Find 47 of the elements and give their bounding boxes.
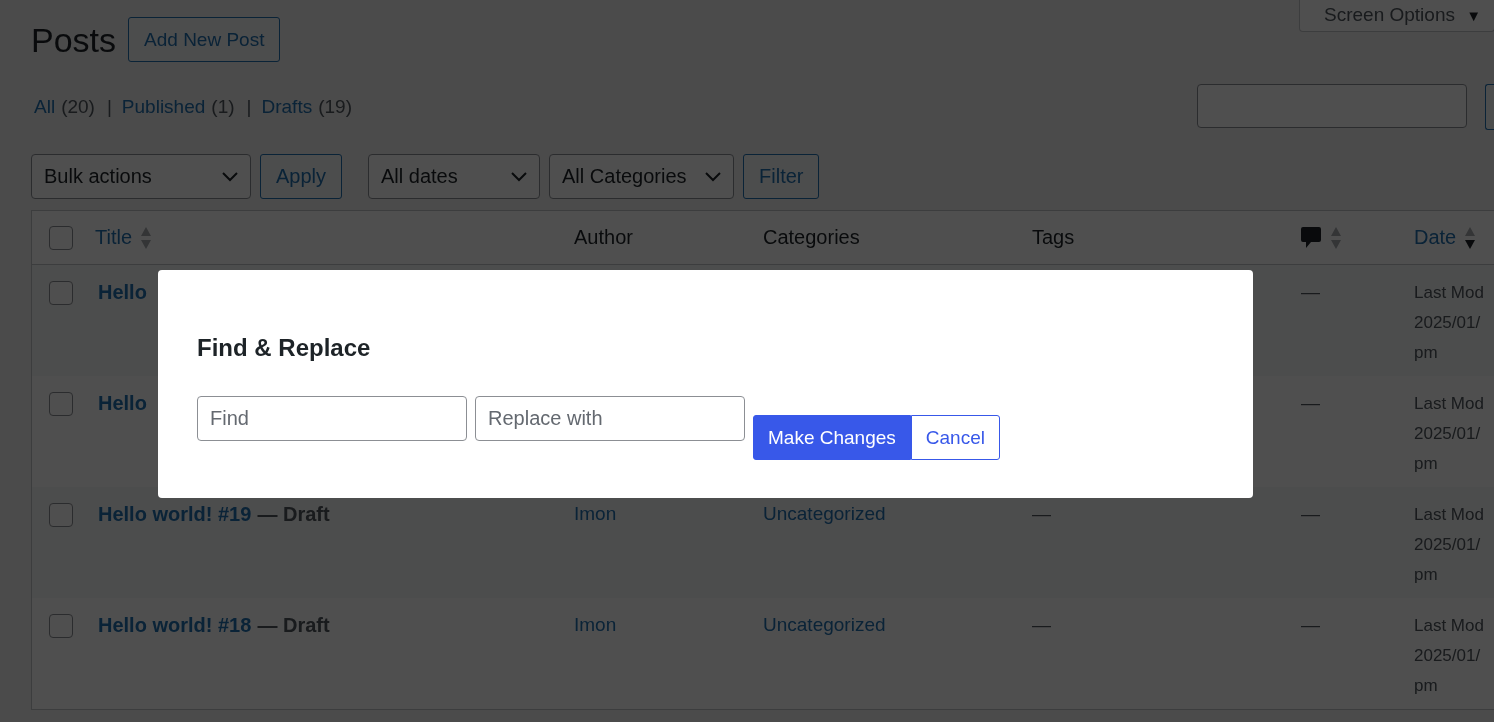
toolbar-button[interactable]: Apply (260, 154, 343, 199)
search-button[interactable] (1485, 84, 1494, 130)
chevron-down-icon (705, 171, 722, 182)
checkbox[interactable] (49, 392, 73, 416)
author-link[interactable]: Imon (574, 503, 617, 525)
table-cell: — (1032, 614, 1051, 636)
cancel-button[interactable]: Cancel (910, 415, 1000, 460)
view-link[interactable]: All (34, 96, 56, 118)
column-header: Categories (763, 226, 860, 249)
find-field[interactable]: Find (197, 396, 467, 441)
separator: | (106, 96, 112, 118)
dropdown[interactable]: Bulk actions (31, 154, 251, 199)
column-header: Author (574, 226, 633, 249)
category-link[interactable]: Uncategorized (763, 503, 886, 525)
post-title-link[interactable]: Hello world! #19 (95, 503, 252, 526)
post-title-link[interactable]: Hello (95, 281, 147, 304)
post-title-link[interactable]: Hello world! #18 (95, 614, 252, 637)
add-new-post-button[interactable]: Add New Post (128, 17, 281, 62)
column-header-link[interactable]: Date (1414, 226, 1457, 249)
separator: | (246, 96, 252, 118)
table-cell: — (1032, 503, 1051, 525)
checkbox[interactable] (49, 225, 73, 250)
checkbox[interactable] (49, 503, 73, 527)
category-link[interactable]: Uncategorized (763, 614, 886, 636)
column-header-link[interactable]: Title (95, 226, 133, 249)
page-title: Posts (31, 19, 117, 61)
checkbox[interactable] (49, 281, 73, 305)
replace-field[interactable]: Replace with (475, 396, 745, 441)
chevron-down-icon (511, 171, 528, 182)
make-changes-button[interactable]: Make Changes (753, 415, 911, 460)
table-cell: — (1301, 503, 1320, 525)
table-cell: — (1301, 281, 1320, 303)
table-cell: — (1301, 614, 1320, 636)
checkbox[interactable] (49, 614, 73, 638)
view-link[interactable]: Drafts (261, 96, 313, 118)
column-header: Tags (1032, 226, 1075, 249)
chevron-down-icon (222, 171, 238, 182)
dropdown[interactable]: All Categories (549, 154, 735, 199)
author-link[interactable]: Imon (574, 614, 617, 636)
table-cell: — (1301, 392, 1320, 414)
speech-bubble-icon (1300, 225, 1322, 250)
search-field[interactable] (1197, 84, 1467, 128)
dropdown[interactable]: All dates (368, 154, 541, 199)
post-title-link[interactable]: Hello (95, 392, 147, 415)
toolbar-button[interactable]: Filter (743, 154, 820, 199)
view-link[interactable]: Published (121, 96, 206, 118)
dialog-title: Find & Replace (197, 333, 372, 363)
